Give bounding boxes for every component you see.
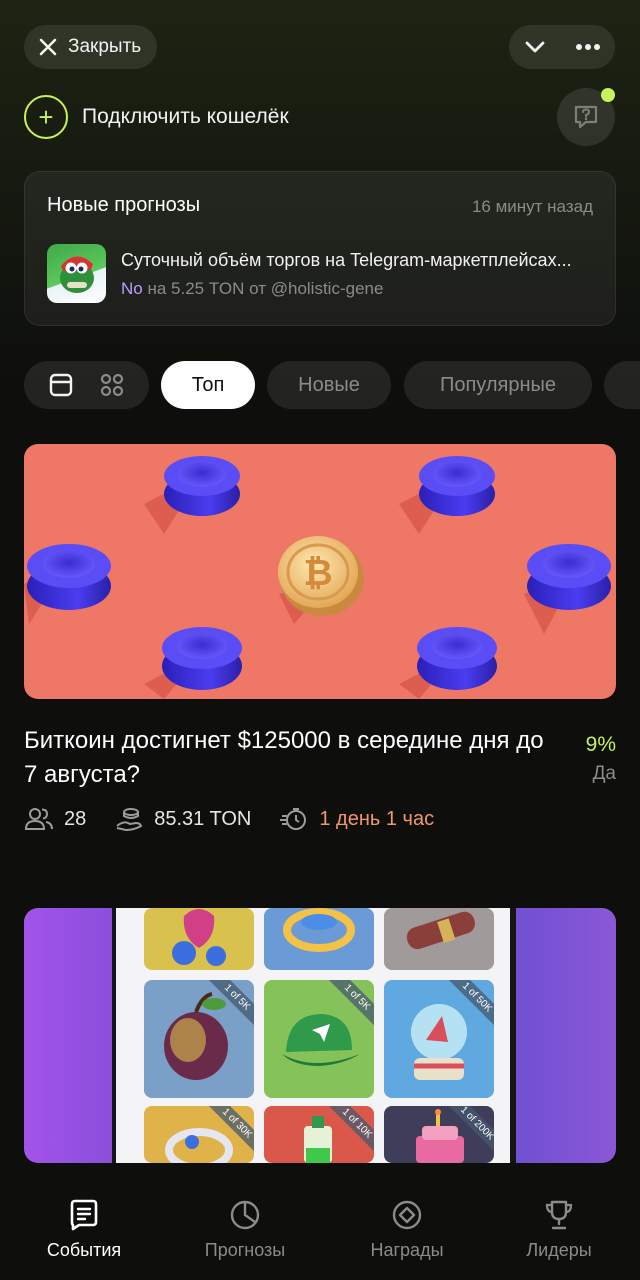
help-chat-icon (571, 102, 601, 132)
gift-tile-ring (264, 908, 374, 970)
phone-frame-right (510, 908, 516, 1163)
participants: 28 (24, 806, 86, 832)
forecast-stake: на 5.25 TON от @holistic-gene (147, 279, 384, 298)
event-title[interactable]: Биткоин достигнет $125000 в середине дня… (24, 724, 544, 792)
forecast-item-title: Суточный объём торгов на Telegram-маркет… (121, 250, 572, 270)
nav-rewards-label: Награды (370, 1240, 444, 1260)
nav-events[interactable]: События (14, 1198, 154, 1261)
close-button[interactable]: Закрыть (24, 25, 158, 69)
new-forecasts-card[interactable]: Новые прогнозы 16 минут назад Суточный о… (24, 171, 616, 326)
phone-screen: 1 of 5K 1 of 5K 1 of 50K 1 of 30K 1 of 1… (116, 908, 512, 1163)
tab-top[interactable]: Топ (161, 361, 255, 409)
forecast-item-details: No на 5.25 TON от @holistic-gene (121, 279, 383, 299)
gift-tile-heart (144, 908, 254, 970)
nav-forecasts[interactable]: Прогнозы (175, 1198, 315, 1261)
tab-popular[interactable]: Популярные (404, 361, 592, 409)
gift-tile-plum: 1 of 5K (144, 980, 254, 1098)
coins-hand-icon (114, 806, 144, 832)
connect-wallet-button[interactable]: + Подключить кошелёк (24, 95, 289, 139)
top-actions (509, 25, 615, 69)
participants-count: 28 (64, 807, 87, 830)
nav-rewards[interactable]: Награды (337, 1198, 477, 1261)
connect-wallet-label: Подключить кошелёк (82, 105, 289, 128)
forecast-thumbnail (47, 244, 106, 303)
trophy-icon (542, 1198, 576, 1232)
nav-events-label: События (46, 1240, 122, 1260)
nav-leaders[interactable]: Лидеры (489, 1198, 629, 1261)
view-mode-toggle (24, 361, 149, 409)
events-icon (67, 1198, 101, 1232)
forecasts-icon (228, 1198, 262, 1232)
gift-tile-ring-blue: 1 of 30K (144, 1106, 254, 1163)
event-image-bitcoin[interactable]: ₿ (24, 444, 616, 699)
gift-tile-cake: 1 of 200K (384, 1106, 494, 1163)
volume-amount: 85.31 TON (154, 807, 252, 830)
nav-forecasts-label: Прогнозы (204, 1240, 286, 1260)
forecast-answer: No (121, 279, 143, 298)
event-probability: 9% (585, 733, 616, 756)
gift-tile-cigar (384, 908, 494, 970)
list-view-icon[interactable] (48, 372, 74, 398)
tab-new[interactable]: Новые (267, 361, 391, 409)
rewards-icon (390, 1198, 424, 1232)
deadline: 1 день 1 час (279, 806, 434, 832)
tab-overflow[interactable] (604, 361, 640, 409)
gift-tile-perfume: 1 of 10K (264, 1106, 374, 1163)
deadline-text: 1 день 1 час (319, 807, 435, 830)
volume: 85.31 TON (114, 806, 251, 832)
users-icon (24, 806, 54, 832)
svg-text:₿: ₿ (303, 553, 332, 594)
more-icon[interactable] (575, 43, 601, 51)
close-label: Закрыть (68, 36, 142, 57)
event-outcome: Да (592, 763, 616, 784)
forecast-card-title: Новые прогнозы (47, 194, 201, 216)
event-meta: 28 85.31 TON 1 день 1 час (24, 806, 462, 832)
nav-leaders-label: Лидеры (526, 1240, 592, 1260)
grid-view-icon[interactable] (99, 372, 125, 398)
timer-icon (279, 806, 309, 832)
forecast-time: 16 минут назад (471, 197, 593, 216)
close-icon (38, 37, 58, 57)
chevron-down-icon[interactable] (523, 35, 547, 59)
event-image-gifts[interactable]: 1 of 5K 1 of 5K 1 of 50K 1 of 30K 1 of 1… (24, 908, 616, 1163)
gift-tile-cap: 1 of 5K (264, 980, 374, 1098)
notification-dot (601, 88, 615, 102)
plus-icon: + (24, 95, 68, 139)
gift-tile-snowglobe: 1 of 50K (384, 980, 494, 1098)
